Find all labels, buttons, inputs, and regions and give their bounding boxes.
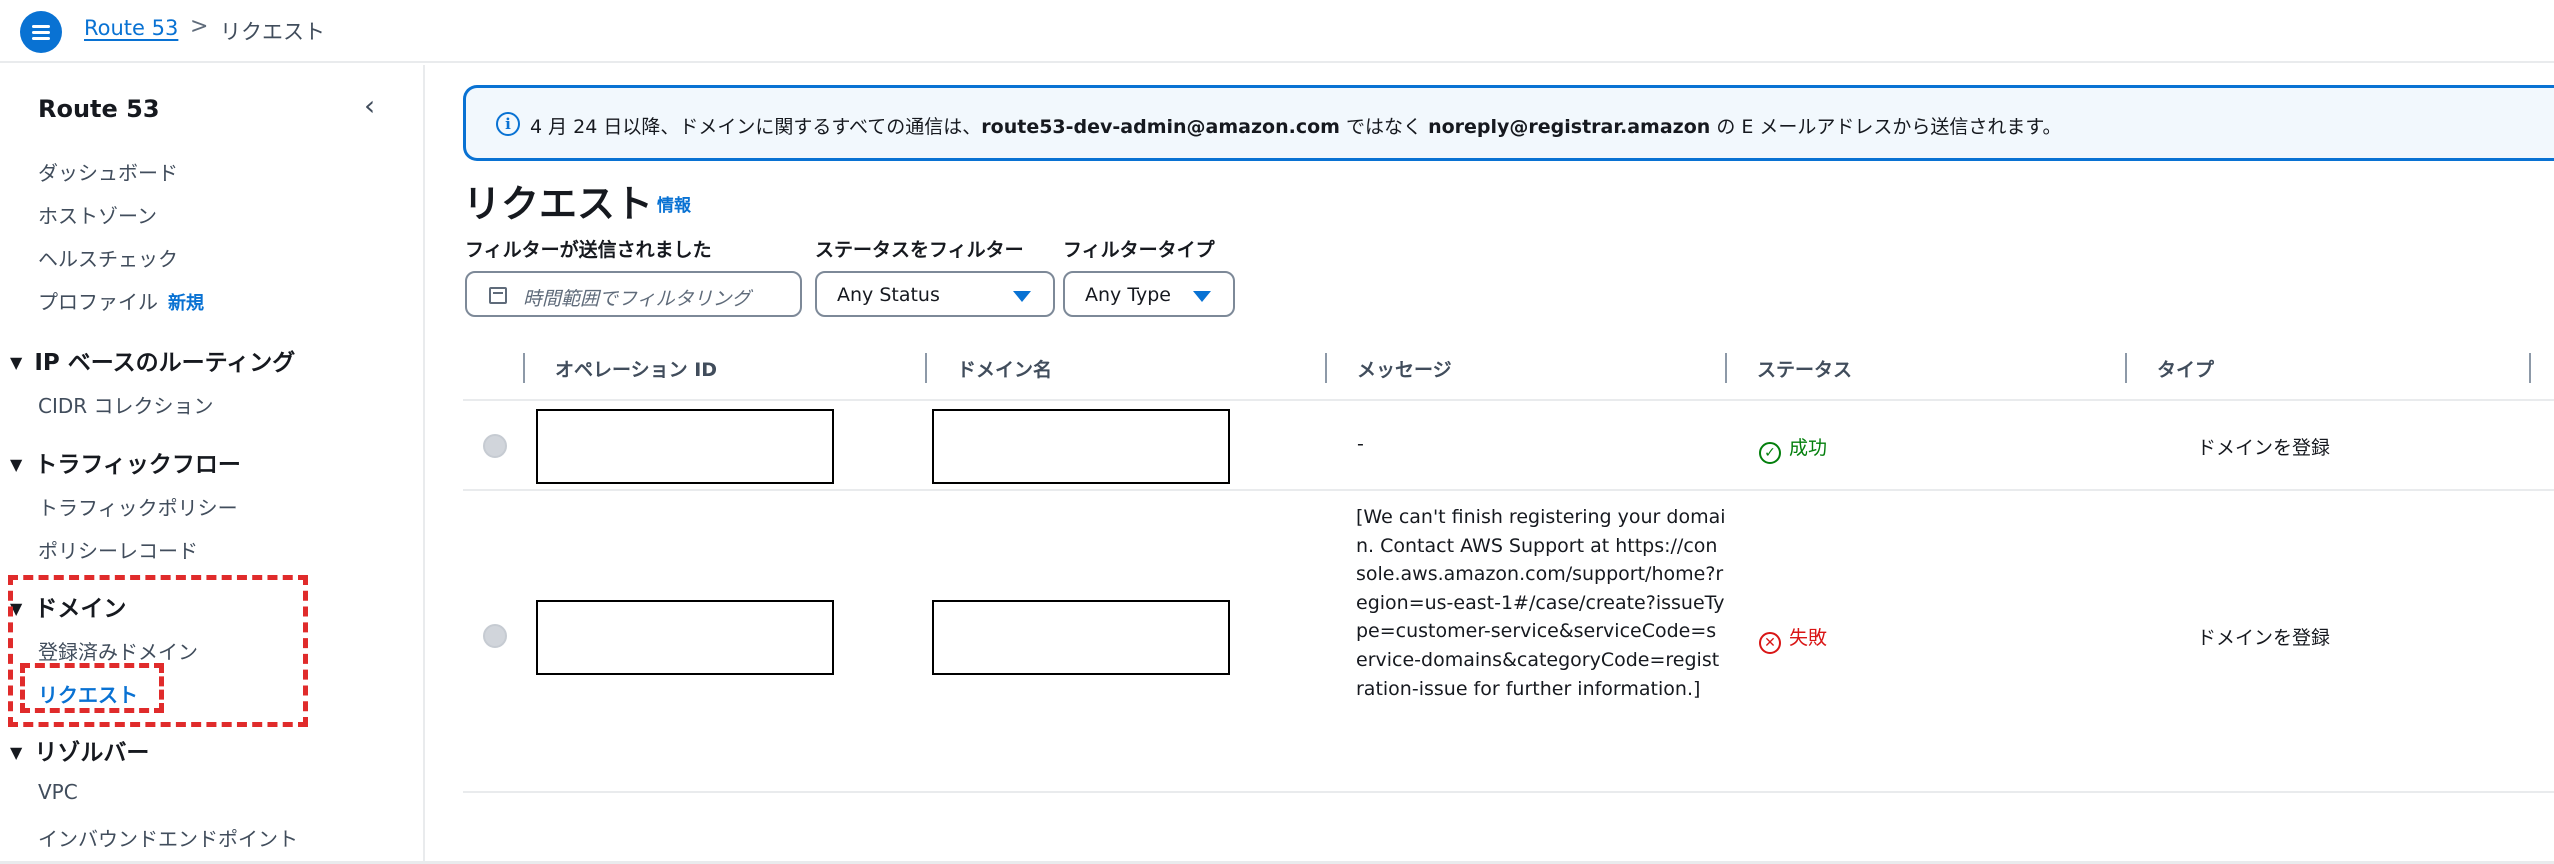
redacted-operation-id (536, 409, 834, 484)
row-type: ドメインを登録 (2197, 627, 2331, 649)
row-select-radio[interactable] (483, 624, 507, 648)
top-bar: Route 53 > リクエスト (0, 0, 2554, 63)
date-range-filter[interactable]: 時間範囲でフィルタリング (465, 271, 802, 317)
caret-down-icon: ▼ (10, 455, 23, 474)
section-title: リゾルバー (34, 740, 150, 766)
section-ip-routing[interactable]: ▼ IP ベースのルーティング (10, 343, 295, 377)
page-title: リクエスト (463, 182, 654, 226)
section-traffic-flow[interactable]: ▼ トラフィックフロー (10, 445, 241, 479)
breadcrumb-current: リクエスト (220, 20, 325, 44)
sidebar: Route 53 ‹ ダッシュボード ホストゾーン ヘルスチェック プロファイル… (0, 65, 425, 864)
filter-status-label: ステータスをフィルター (815, 239, 1024, 261)
row-message: [We can't finish registering your domain… (1356, 506, 1726, 700)
breadcrumb-separator-icon: > (190, 14, 209, 39)
table-row[interactable]: [We can't finish registering your domain… (463, 493, 2554, 793)
row-select-radio[interactable] (483, 434, 507, 458)
x-circle-icon: ✕ (1759, 632, 1781, 654)
redacted-domain-name (932, 409, 1230, 484)
sidebar-item-cidr-collections[interactable]: CIDR コレクション (38, 390, 214, 419)
sidebar-item-traffic-policies[interactable]: トラフィックポリシー (38, 492, 238, 521)
new-badge: 新規 (168, 293, 204, 314)
column-divider[interactable] (1325, 353, 1327, 383)
collapse-sidebar-icon[interactable]: ‹ (364, 89, 375, 122)
table-row[interactable]: - ✓ 成功 ドメインを登録 (463, 401, 2554, 491)
caret-down-icon: ▼ (10, 353, 23, 372)
flash-from-email: route53-dev-admin@amazon.com (981, 116, 1340, 138)
type-filter-value: Any Type (1085, 284, 1171, 306)
filter-submitted-label: フィルターが送信されました (465, 239, 712, 261)
redacted-operation-id (536, 600, 834, 675)
column-divider[interactable] (2529, 353, 2531, 383)
main-content: i 4 月 24 日以降、ドメインに関するすべての通信は、route53-dev… (427, 65, 2554, 864)
section-resolver[interactable]: ▼ リゾルバー (10, 733, 149, 767)
sidebar-title: Route 53 (38, 95, 160, 123)
sidebar-item-profiles[interactable]: プロファイル 新規 (38, 286, 204, 315)
status-text: 失敗 (1789, 627, 1828, 649)
highlight-requests-item (20, 663, 164, 713)
flash-message: 4 月 24 日以降、ドメインに関するすべての通信は、route53-dev-a… (530, 112, 2062, 139)
status-text: 成功 (1789, 437, 1828, 459)
info-icon: i (496, 112, 520, 136)
caret-down-icon (1013, 291, 1031, 302)
calendar-icon (489, 287, 507, 304)
type-filter-select[interactable]: Any Type (1063, 271, 1235, 317)
row-type: ドメインを登録 (2197, 437, 2331, 459)
info-flash-banner: i 4 月 24 日以降、ドメインに関するすべての通信は、route53-dev… (463, 85, 2554, 161)
sidebar-item-label: プロファイル (38, 290, 158, 314)
menu-icon[interactable] (20, 11, 62, 53)
redacted-domain-name (932, 600, 1230, 675)
column-header-type[interactable]: タイプ (2157, 355, 2214, 382)
caret-down-icon (1193, 291, 1211, 302)
sidebar-item-inbound-endpoints[interactable]: インバウンドエンドポイント (38, 823, 298, 852)
sidebar-item-health-checks[interactable]: ヘルスチェック (38, 243, 178, 272)
sidebar-item-policy-records[interactable]: ポリシーレコード (38, 535, 198, 564)
breadcrumb-route53-link[interactable]: Route 53 (84, 16, 178, 40)
status-badge: ✕ 失敗 (1759, 623, 1827, 654)
status-badge: ✓ 成功 (1759, 433, 1827, 464)
date-range-placeholder: 時間範囲でフィルタリング (523, 288, 751, 310)
flash-text: ではなく (1339, 116, 1429, 138)
column-header-message[interactable]: メッセージ (1357, 355, 1452, 382)
check-circle-icon: ✓ (1759, 442, 1781, 464)
status-filter-select[interactable]: Any Status (815, 271, 1055, 317)
flash-text: の E メールアドレスから送信されます。 (1710, 116, 2062, 138)
column-header-status[interactable]: ステータス (1757, 355, 1852, 382)
status-filter-value: Any Status (837, 284, 940, 306)
table-header: オペレーション ID ドメイン名 メッセージ ステータス タイプ (463, 335, 2554, 401)
sidebar-item-vpc[interactable]: VPC (38, 780, 78, 804)
flash-text: 4 月 24 日以降、ドメインに関するすべての通信は、 (530, 116, 982, 138)
column-divider[interactable] (523, 353, 525, 383)
section-title: トラフィックフロー (34, 452, 241, 478)
flash-to-email: noreply@registrar.amazon (1428, 116, 1711, 138)
filter-type-label: フィルタータイプ (1063, 239, 1215, 261)
row-message: - (1357, 433, 1364, 455)
caret-down-icon: ▼ (10, 743, 23, 762)
column-header-domain[interactable]: ドメイン名 (957, 355, 1052, 382)
info-link[interactable]: 情報 (657, 191, 691, 216)
section-title: IP ベースのルーティング (34, 350, 296, 376)
sidebar-item-hosted-zones[interactable]: ホストゾーン (38, 200, 157, 229)
column-divider[interactable] (925, 353, 927, 383)
column-divider[interactable] (1725, 353, 1727, 383)
sidebar-item-dashboard[interactable]: ダッシュボード (38, 157, 178, 186)
column-header-operation-id[interactable]: オペレーション ID (555, 355, 717, 382)
column-divider[interactable] (2125, 353, 2127, 383)
